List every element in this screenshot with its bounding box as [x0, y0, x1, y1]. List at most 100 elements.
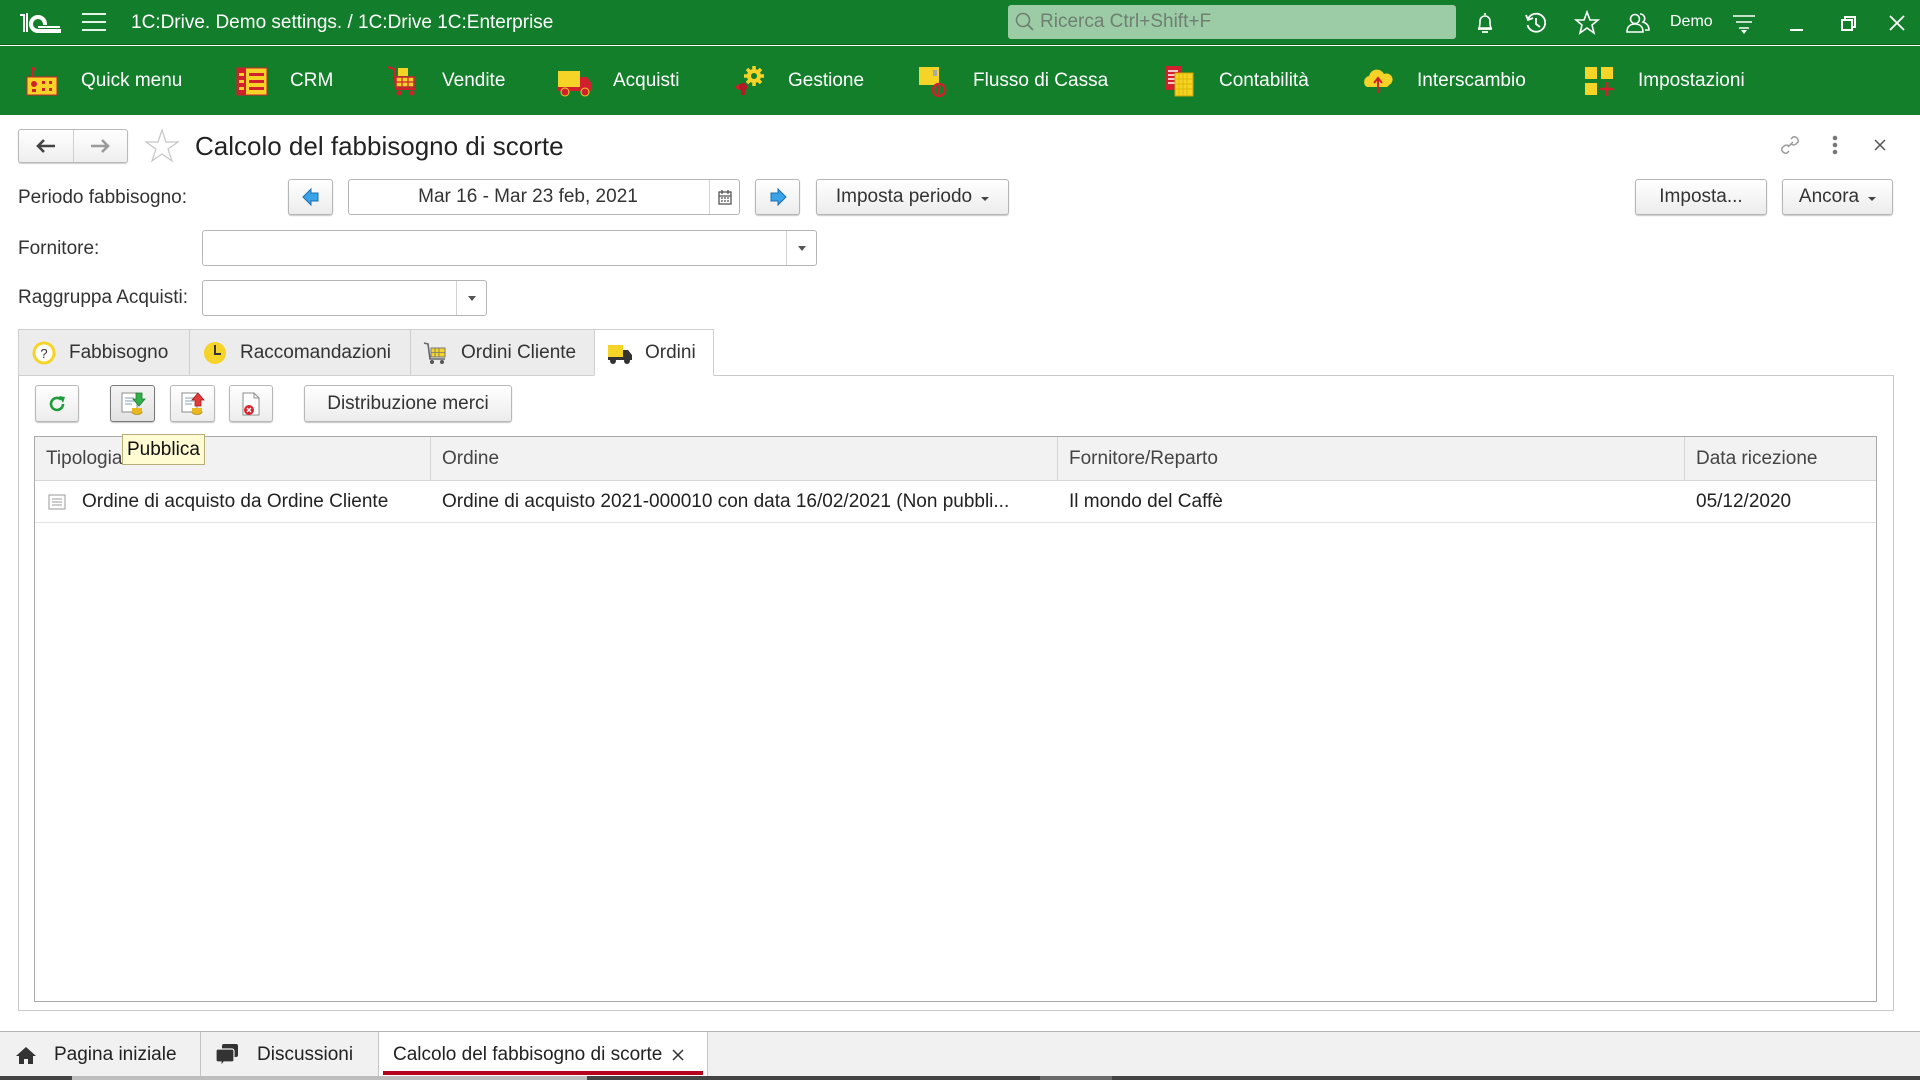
menu-item-flusso-di-cassa[interactable]: Flusso di Cassa	[917, 46, 1108, 115]
restore-icon[interactable]	[1832, 8, 1864, 38]
more-actions-icon[interactable]	[1822, 132, 1848, 158]
back-button[interactable]	[19, 130, 73, 162]
supplier-field[interactable]	[202, 230, 817, 266]
menu-item-label: Gestione	[788, 69, 865, 91]
tab-ordini-cliente[interactable]: Ordini Cliente	[410, 329, 595, 376]
tab-label: Ordini Cliente	[461, 341, 577, 363]
arrow-left-blue-icon	[301, 187, 318, 207]
group-purchases-dropdown-button[interactable]	[456, 281, 486, 315]
menu-item-vendite[interactable]: Vendite	[386, 46, 505, 115]
tab-label: Fabbisogno	[69, 341, 169, 363]
column-header-tipologia[interactable]: Tipologia	[35, 437, 431, 481]
menu-item-label: Quick menu	[81, 69, 183, 91]
menu-item-label: Vendite	[442, 69, 506, 91]
app-title: 1C:Drive. Demo settings. / 1C:Drive 1C:E…	[131, 12, 554, 33]
tab-fabbisogno[interactable]: ? Fabbisogno	[18, 329, 190, 376]
column-header-ordine[interactable]: Ordine	[431, 437, 1058, 481]
period-field[interactable]	[348, 179, 740, 215]
menu-item-quick-menu[interactable]: Quick menu	[25, 46, 182, 115]
tab-label: Ordini	[645, 341, 696, 363]
table-row[interactable]: Ordine di acquisto da Ordine Cliente Ord…	[35, 481, 1876, 523]
search-box[interactable]	[1008, 5, 1456, 39]
next-period-button[interactable]	[755, 179, 800, 215]
close-tab-icon[interactable]	[671, 1048, 685, 1062]
supplier-label: Fornitore:	[18, 238, 100, 259]
menu-item-contabilita[interactable]: Contabilità	[1163, 46, 1309, 115]
group-purchases-input[interactable]	[203, 281, 453, 315]
post-button[interactable]	[110, 385, 155, 422]
scrollbar-thumb[interactable]	[72, 1076, 587, 1080]
calendar-icon	[717, 190, 732, 205]
table-header: Tipologia Ordine Fornitore/Reparto Data …	[35, 437, 1876, 481]
1c-logo-icon	[20, 13, 61, 33]
supplier-input[interactable]	[203, 231, 783, 265]
menu-item-gestione[interactable]: Gestione	[732, 46, 864, 115]
quick-menu-icon	[26, 66, 58, 95]
user-name[interactable]: Demo	[1670, 13, 1713, 31]
delivery-truck-icon	[608, 344, 632, 364]
discussions-icon	[216, 1043, 238, 1067]
bottom-tab-current-form[interactable]: Calcolo del fabbisogno di scorte	[379, 1032, 708, 1077]
link-icon[interactable]	[1777, 132, 1803, 158]
users-icon[interactable]	[1625, 10, 1651, 36]
calendar-button[interactable]	[709, 180, 739, 214]
more-button-label: Ancora	[1798, 186, 1860, 207]
bottom-tab-label: Discussioni	[257, 1043, 354, 1065]
bottom-tab-label: Pagina iniziale	[54, 1043, 177, 1065]
tab-bar: ? Fabbisogno Raccomandazioni Ordini Clie…	[18, 329, 714, 376]
tooltip: Pubblica	[122, 434, 205, 465]
unpost-button[interactable]	[170, 385, 215, 422]
main-menu-button[interactable]	[82, 13, 106, 31]
bottom-scrollbar[interactable]	[0, 1076, 1920, 1080]
close-form-icon[interactable]	[1867, 132, 1893, 158]
orders-table: Tipologia Ordine Fornitore/Reparto Data …	[34, 436, 1877, 1002]
favorites-star-icon[interactable]	[1574, 10, 1600, 36]
svg-text:?: ?	[40, 346, 47, 361]
period-label: Periodo fabbisogno:	[18, 187, 188, 208]
clock-icon	[204, 341, 226, 364]
column-header-data-ricezione[interactable]: Data ricezione	[1685, 437, 1878, 481]
delete-document-icon	[242, 392, 260, 415]
sections-panel: Quick menu CRM Vendite Acquisti Gestione…	[0, 46, 1920, 115]
chevron-down-icon	[467, 295, 476, 301]
column-header-fornitore[interactable]: Fornitore/Reparto	[1058, 437, 1685, 481]
menu-item-label: Impostazioni	[1638, 69, 1745, 91]
settings-menu-icon[interactable]	[1731, 10, 1757, 36]
supplier-dropdown-button[interactable]	[786, 231, 816, 265]
question-icon: ?	[32, 341, 56, 364]
tab-ordini[interactable]: Ordini	[594, 329, 714, 376]
period-input[interactable]	[349, 180, 707, 214]
minimize-icon[interactable]	[1780, 8, 1812, 38]
cart-icon	[387, 65, 416, 95]
bottom-tab-discussions[interactable]: Discussioni	[201, 1032, 379, 1077]
menu-item-impostazioni[interactable]: Impostazioni	[1582, 46, 1745, 115]
distribute-goods-button[interactable]: Distribuzione merci	[304, 385, 512, 422]
arrow-left-icon	[35, 139, 55, 153]
refresh-button[interactable]	[35, 385, 79, 422]
menu-item-acquisti[interactable]: Acquisti	[557, 46, 680, 115]
forward-button[interactable]	[72, 130, 128, 162]
menu-item-crm[interactable]: CRM	[234, 46, 333, 115]
settings-button[interactable]: Imposta...	[1635, 179, 1767, 215]
cell-tipologia: Ordine di acquisto da Ordine Cliente	[35, 481, 431, 523]
bottom-tab-home[interactable]: Pagina iniziale	[0, 1032, 201, 1077]
history-icon[interactable]	[1523, 10, 1549, 36]
tab-raccomandazioni[interactable]: Raccomandazioni	[189, 329, 411, 376]
cash-flow-icon	[919, 66, 947, 97]
set-period-button[interactable]: Imposta periodo	[816, 179, 1009, 215]
group-purchases-field[interactable]	[202, 280, 487, 316]
previous-period-button[interactable]	[288, 179, 333, 215]
bell-icon[interactable]	[1472, 10, 1498, 36]
close-icon[interactable]	[1881, 8, 1913, 38]
add-to-favorites-star-icon[interactable]	[144, 128, 180, 164]
menu-item-label: Flusso di Cassa	[973, 69, 1109, 91]
menu-item-interscambio[interactable]: Interscambio	[1361, 46, 1526, 115]
cell-ordine: Ordine di acquisto 2021-000010 con data …	[442, 491, 1010, 512]
more-button[interactable]: Ancora	[1782, 179, 1893, 215]
title-bar: 1C:Drive. Demo settings. / 1C:Drive 1C:E…	[0, 0, 1920, 45]
shopping-cart-icon	[423, 341, 446, 364]
search-icon	[1015, 12, 1034, 31]
arrow-right-icon	[91, 139, 111, 153]
search-input[interactable]	[1040, 9, 1440, 35]
delete-mark-button[interactable]	[229, 385, 273, 422]
